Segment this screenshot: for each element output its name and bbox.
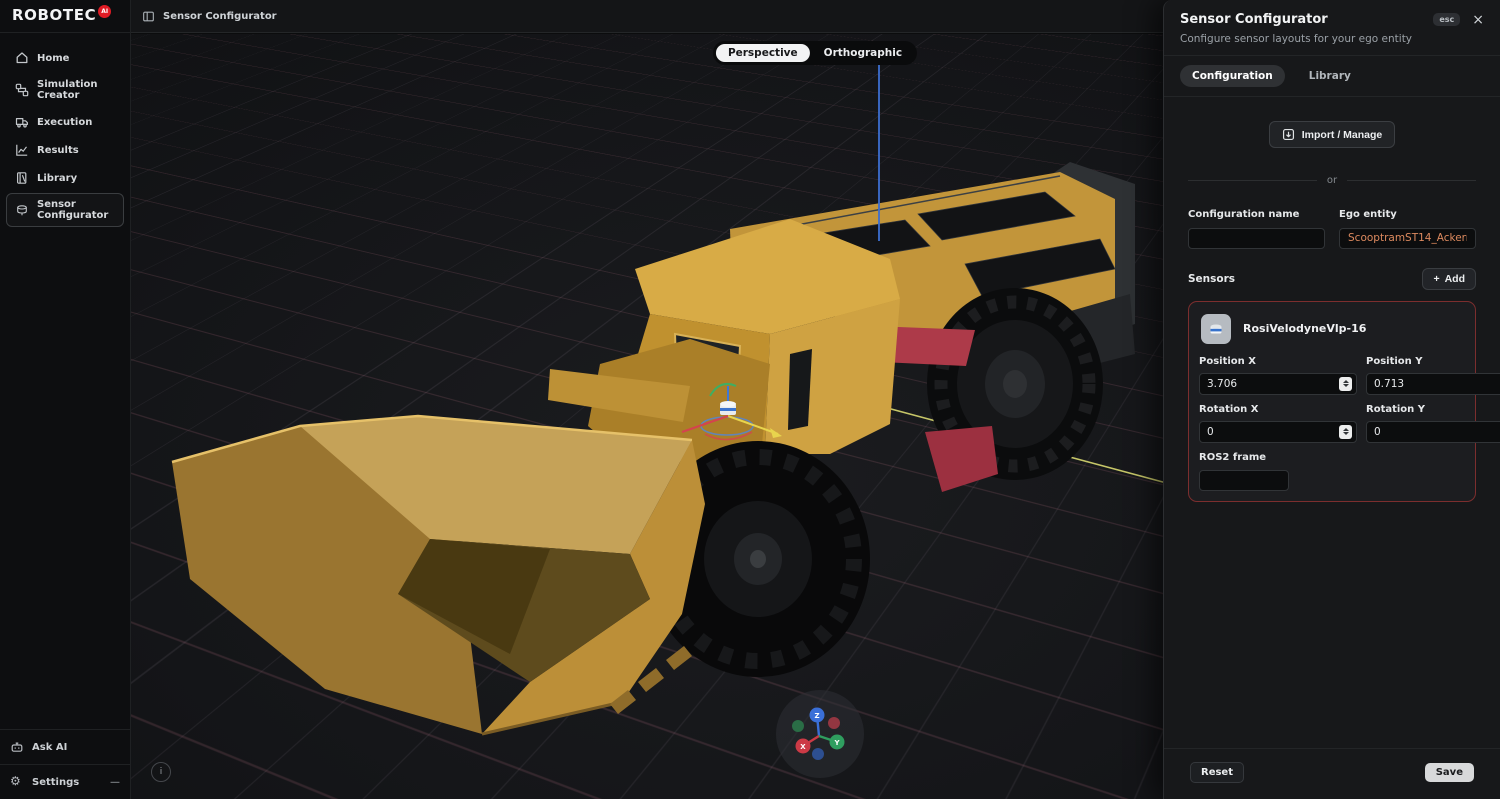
ego-entity-label: Ego entity <box>1339 209 1476 220</box>
ros2-frame-field: ROS2 frame <box>1199 452 1465 492</box>
import-manage-button[interactable]: Import / Manage <box>1269 121 1396 148</box>
book-icon <box>15 171 29 185</box>
sidebar-item-label: Ask AI <box>32 742 67 753</box>
close-icon[interactable]: × <box>1472 13 1484 27</box>
logo-text: ROBOTEC <box>12 8 96 23</box>
ros2-frame-input[interactable] <box>1199 470 1289 491</box>
panel-subtitle: Configure sensor layouts for your ego en… <box>1180 33 1484 45</box>
sidebar-item-home[interactable]: Home <box>6 45 124 71</box>
configuration-name-field: Configuration name <box>1188 209 1325 249</box>
toggle-option-perspective[interactable]: Perspective <box>716 44 810 62</box>
or-text: or <box>1327 175 1337 186</box>
position-y-input[interactable] <box>1374 378 1500 390</box>
configuration-name-input[interactable] <box>1188 228 1325 249</box>
axis-neg-x-handle[interactable] <box>828 717 840 729</box>
sensor-configurator-panel: Sensor Configurator esc × Configure sens… <box>1163 0 1500 799</box>
rotation-x-label: Rotation X <box>1199 404 1357 415</box>
panel-title: Sensor Configurator <box>1180 12 1328 27</box>
sidebar-item-label: Results <box>37 145 79 156</box>
axis-z-label: Z <box>814 712 819 720</box>
sidebar-footer: Ask AI ⚙ Settings — <box>0 729 130 799</box>
sidebar-item-ask-ai[interactable]: Ask AI <box>0 729 130 764</box>
sidebar-item-label: Home <box>37 53 69 64</box>
panel-tabs: Configuration Library <box>1164 56 1500 97</box>
position-y-label: Position Y <box>1366 356 1500 367</box>
axis-neg-z-handle[interactable] <box>812 748 824 760</box>
panel-header: Sensor Configurator esc × Configure sens… <box>1164 0 1500 56</box>
info-icon[interactable]: i <box>151 762 171 782</box>
sidebar-item-simulation-creator[interactable]: Simulation Creator <box>6 73 124 107</box>
sidebar-item-results[interactable]: Results <box>6 137 124 163</box>
save-button[interactable]: Save <box>1425 763 1474 782</box>
position-y-field: Position Y <box>1366 356 1500 404</box>
sensor-card-header: RosiVelodyneVlp-16 <box>1199 312 1465 356</box>
rotation-x-field: Rotation X <box>1199 404 1357 452</box>
position-x-field: Position X <box>1199 356 1357 404</box>
ros2-frame-label: ROS2 frame <box>1199 452 1465 463</box>
ego-entity-input[interactable] <box>1339 228 1476 249</box>
plus-icon: + <box>1433 273 1439 285</box>
rotation-y-input[interactable] <box>1374 426 1500 438</box>
sidebar: ROBOTEC AI Home Simulation Creator Execu… <box>0 0 131 799</box>
sidebar-item-label: Settings <box>32 777 79 788</box>
tab-configuration[interactable]: Configuration <box>1180 65 1285 87</box>
projection-toggle: Perspective Orthographic <box>713 41 917 65</box>
sidebar-item-label: Simulation Creator <box>37 79 115 101</box>
home-icon <box>15 51 29 65</box>
add-sensor-label: Add <box>1445 273 1465 285</box>
position-x-input[interactable] <box>1207 378 1339 390</box>
position-x-label: Position X <box>1199 356 1357 367</box>
gear-icon: ⚙ <box>10 775 24 789</box>
configuration-name-label: Configuration name <box>1188 209 1325 220</box>
sidebar-item-label: Sensor Configurator <box>37 199 115 221</box>
import-manage-label: Import / Manage <box>1302 129 1383 141</box>
axis-neg-y-handle[interactable] <box>792 720 804 732</box>
stepper-icon[interactable] <box>1339 425 1352 439</box>
topbar-title: Sensor Configurator <box>163 11 277 22</box>
robot-icon <box>10 740 24 754</box>
rotation-x-input[interactable] <box>1207 426 1339 438</box>
rotation-y-label: Rotation Y <box>1366 404 1500 415</box>
ego-entity-field: Ego entity <box>1339 209 1476 249</box>
workflow-icon <box>15 83 29 97</box>
robotec-logo: ROBOTEC AI <box>0 0 130 33</box>
chart-icon <box>15 143 29 157</box>
rotation-y-field: Rotation Y <box>1366 404 1500 452</box>
reset-button[interactable]: Reset <box>1190 762 1244 783</box>
sensor-card[interactable]: RosiVelodyneVlp-16 Position X Position Y <box>1188 301 1476 503</box>
collapse-icon[interactable]: — <box>110 777 120 788</box>
panel-footer: Reset Save <box>1164 748 1500 799</box>
toggle-option-orthographic[interactable]: Orthographic <box>812 44 914 62</box>
sidebar-item-library[interactable]: Library <box>6 165 124 191</box>
sensor-name: RosiVelodyneVlp-16 <box>1243 322 1366 335</box>
sidebar-item-sensor-configurator[interactable]: Sensor Configurator <box>6 193 124 227</box>
sensors-row: Sensors + Add <box>1188 268 1476 290</box>
truck-icon <box>15 115 29 129</box>
orientation-gizmo[interactable]: Z X Y <box>765 679 875 789</box>
add-sensor-button[interactable]: + Add <box>1422 268 1476 290</box>
or-divider: or <box>1188 175 1476 186</box>
sidebar-item-label: Library <box>37 173 77 184</box>
sidebar-nav: Home Simulation Creator Execution Result… <box>0 33 130 229</box>
panel-body: Import / Manage or Configuration name Eg… <box>1164 97 1500 748</box>
stepper-icon[interactable] <box>1339 377 1352 391</box>
sidebar-item-execution[interactable]: Execution <box>6 109 124 135</box>
sensors-label: Sensors <box>1188 273 1235 285</box>
sidebar-item-label: Execution <box>37 117 92 128</box>
tab-library[interactable]: Library <box>1297 65 1363 87</box>
lidar-icon <box>15 203 29 217</box>
esc-badge: esc <box>1433 13 1460 26</box>
sidebar-item-settings[interactable]: ⚙ Settings — <box>0 764 130 799</box>
axis-y-label: Y <box>833 739 840 747</box>
axis-x-label: X <box>800 743 806 751</box>
import-icon <box>1282 128 1295 141</box>
lidar-puck-icon <box>1201 314 1231 344</box>
ai-badge-icon: AI <box>98 5 111 18</box>
panel-left-icon <box>142 10 155 23</box>
